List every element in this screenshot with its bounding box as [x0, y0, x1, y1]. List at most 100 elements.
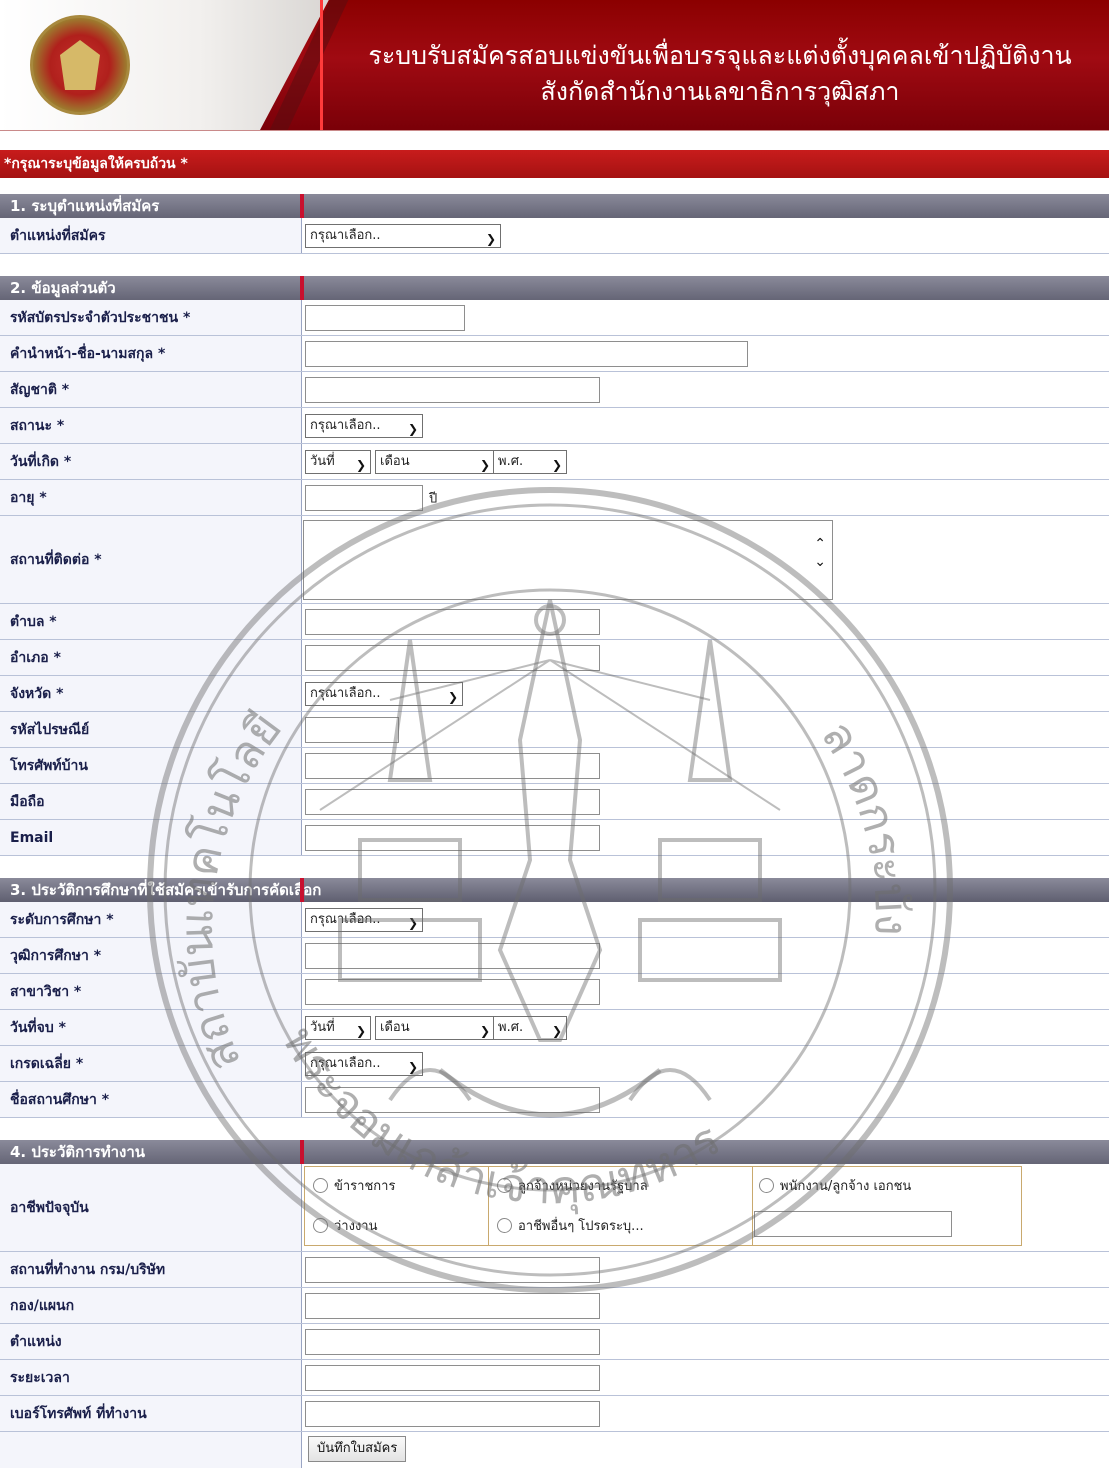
gpa-label: เกรดเฉลี่ย * [0, 1046, 302, 1081]
email-label: Email [0, 820, 302, 855]
row-nationality: สัญชาติ * [0, 372, 1109, 408]
birth-month-select[interactable]: เดือน ❯ [375, 449, 495, 474]
row-homephone: โทรศัพท์บ้าน [0, 748, 1109, 784]
divider [488, 1167, 489, 1245]
row-birthdate: วันที่เกิด * วันที่ ❯ เดือน ❯ พ.ศ. ❯ [0, 444, 1109, 480]
age-suffix: ปี [429, 491, 438, 506]
row-email: Email [0, 820, 1109, 856]
name-label: คำนำหน้า-ชื่อ-นามสกุล * [0, 336, 302, 371]
grad-day-value: วันที่ [310, 1019, 335, 1035]
mobile-label: มือถือ [0, 784, 302, 819]
workplace-label: สถานที่ทำงาน กรม/บริษัท [0, 1252, 302, 1287]
position-select[interactable]: กรุณาเลือก.. ❯ [305, 223, 501, 248]
submit-row-label [0, 1432, 302, 1468]
submit-application-button[interactable]: บันทึกใบสมัคร [308, 1436, 407, 1462]
nationality-label: สัญชาติ * [0, 372, 302, 407]
job-position-label: ตำแหน่ง [0, 1324, 302, 1359]
opt-govemp-label: ลูกจ้างหน่วยงานรัฐบาล [518, 1179, 648, 1194]
chevron-down-icon: ❯ [355, 1023, 366, 1038]
id-card-input[interactable] [305, 304, 465, 331]
duration-label: ระยะเวลา [0, 1360, 302, 1395]
workphone-label: เบอร์โทรศัพท์ ที่ทำงาน [0, 1396, 302, 1431]
district-label: อำเภอ * [0, 640, 302, 675]
senate-emblem-logo [30, 15, 130, 115]
chevron-down-icon: ❯ [485, 231, 496, 246]
row-graddate: วันที่จบ * วันที่ ❯ เดือน ❯ พ.ศ. ❯ [0, 1010, 1109, 1046]
chevron-down-icon: ❯ [407, 915, 418, 930]
birth-day-select[interactable]: วันที่ ❯ [305, 449, 371, 474]
row-address: สถานที่ติดต่อ * ⌃ ⌄ [0, 516, 1109, 604]
position-select-value: กรุณาเลือก.. [310, 227, 381, 243]
radio-private[interactable] [759, 1178, 774, 1193]
row-workphone: เบอร์โทรศัพท์ ที่ทำงาน [0, 1396, 1109, 1432]
chevron-down-icon: ❯ [407, 421, 418, 436]
subdistrict-input[interactable] [305, 608, 600, 635]
job-position-input[interactable] [305, 1328, 600, 1355]
graddate-label: วันที่จบ * [0, 1010, 302, 1045]
row-province: จังหวัด * กรุณาเลือก.. ❯ [0, 676, 1109, 712]
radio-other[interactable] [497, 1218, 512, 1233]
radio-gov-employee[interactable] [497, 1178, 512, 1193]
mobile-input[interactable] [305, 788, 600, 815]
grad-day-select[interactable]: วันที่ ❯ [305, 1015, 371, 1040]
name-input[interactable] [305, 340, 748, 367]
option-other[interactable]: อาชีพอื่นๆ โปรดระบุ... [497, 1215, 644, 1236]
option-gov-employee[interactable]: ลูกจ้างหน่วยงานรัฐบาล [497, 1175, 648, 1196]
email-input[interactable] [305, 824, 600, 851]
chevron-down-icon: ❯ [551, 1023, 562, 1038]
birth-year-value: พ.ศ. [498, 453, 524, 469]
title-line-1: ระบบรับสมัครสอบแข่งขันเพื่อบรรจุและแต่งต… [368, 41, 1072, 70]
row-district: อำเภอ * [0, 640, 1109, 676]
scroll-arrows-icon[interactable]: ⌃ ⌄ [814, 535, 826, 571]
homephone-input[interactable] [305, 752, 600, 779]
birthdate-label: วันที่เกิด * [0, 444, 302, 479]
age-input[interactable] [305, 484, 423, 511]
row-school: ชื่อสถานศึกษา * [0, 1082, 1109, 1118]
option-civil-servant[interactable]: ข้าราชการ [313, 1175, 395, 1196]
grad-month-select[interactable]: เดือน ❯ [375, 1015, 495, 1040]
degree-input[interactable] [305, 942, 600, 969]
school-input[interactable] [305, 1086, 600, 1113]
row-division: กอง/แผนก [0, 1288, 1109, 1324]
address-textarea[interactable]: ⌃ ⌄ [303, 520, 833, 600]
grad-year-value: พ.ศ. [498, 1019, 524, 1035]
position-label: ตำแหน่งที่สมัคร [0, 218, 302, 253]
birth-year-select[interactable]: พ.ศ. ❯ [493, 449, 567, 474]
province-select[interactable]: กรุณาเลือก.. ❯ [305, 681, 463, 706]
row-position: ตำแหน่งที่สมัคร กรุณาเลือก.. ❯ [0, 218, 1109, 254]
section-2-header: 2. ข้อมูลส่วนตัว [0, 276, 1109, 300]
district-input[interactable] [305, 644, 600, 671]
id-card-label: รหัสบัตรประจำตัวประชาชน * [0, 300, 302, 335]
radio-civil-servant[interactable] [313, 1178, 328, 1193]
grad-year-select[interactable]: พ.ศ. ❯ [493, 1015, 567, 1040]
option-private[interactable]: พนักงาน/ลูกจ้าง เอกชน [759, 1175, 911, 1196]
row-mobile: มือถือ [0, 784, 1109, 820]
row-duration: ระยะเวลา [0, 1360, 1109, 1396]
row-job-position: ตำแหน่ง [0, 1324, 1109, 1360]
duration-input[interactable] [305, 1364, 600, 1391]
division-input[interactable] [305, 1292, 600, 1319]
age-label: อายุ * [0, 480, 302, 515]
major-input[interactable] [305, 978, 600, 1005]
address-label: สถานที่ติดต่อ * [0, 516, 302, 603]
header-divider [0, 130, 1109, 141]
chevron-down-icon: ❯ [479, 1023, 490, 1038]
edu-level-select[interactable]: กรุณาเลือก.. ❯ [305, 907, 423, 932]
radio-unemployed[interactable] [313, 1218, 328, 1233]
row-status: สถานะ * กรุณาเลือก.. ❯ [0, 408, 1109, 444]
other-occupation-input[interactable] [754, 1211, 952, 1237]
workphone-input[interactable] [305, 1400, 600, 1427]
birth-day-value: วันที่ [310, 453, 335, 469]
status-select[interactable]: กรุณาเลือก.. ❯ [305, 413, 423, 438]
title-line-2: สังกัดสำนักงานเลขาธิการวุฒิสภา [540, 77, 900, 106]
nationality-input[interactable] [305, 376, 600, 403]
postcode-input[interactable] [305, 716, 399, 743]
row-postcode: รหัสไปรษณีย์ [0, 712, 1109, 748]
row-id-card: รหัสบัตรประจำตัวประชาชน * [0, 300, 1109, 336]
gpa-select-value: กรุณาเลือก.. [310, 1055, 381, 1071]
workplace-input[interactable] [305, 1256, 600, 1283]
row-age: อายุ * ปี [0, 480, 1109, 516]
major-label: สาขาวิชา * [0, 974, 302, 1009]
option-unemployed[interactable]: ว่างงาน [313, 1215, 377, 1236]
gpa-select[interactable]: กรุณาเลือก.. ❯ [305, 1051, 423, 1076]
